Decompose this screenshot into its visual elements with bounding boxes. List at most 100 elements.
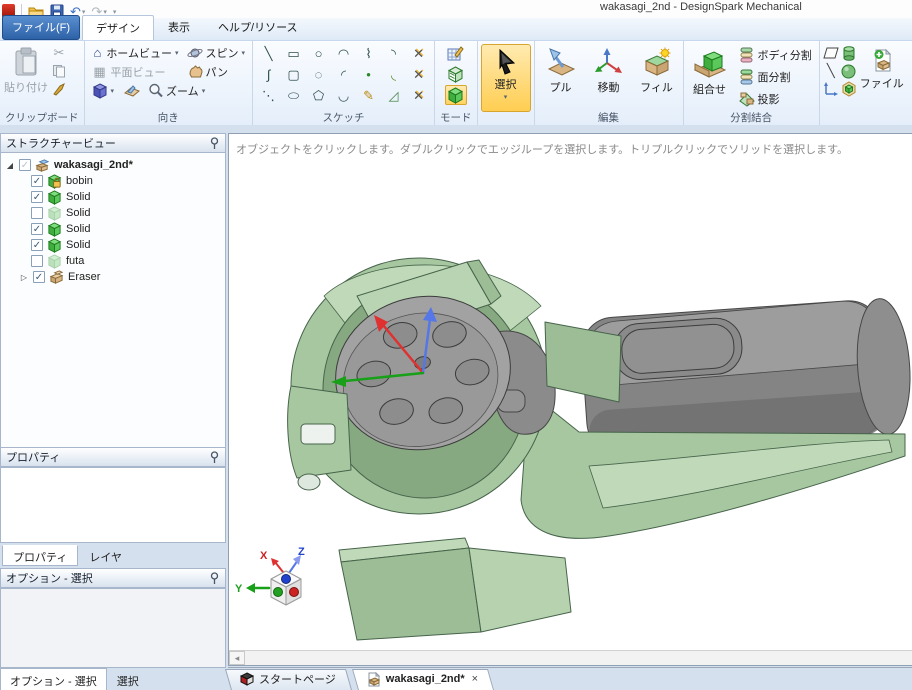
tab-start-page[interactable]: スタートページ <box>231 668 358 690</box>
visibility-checkbox[interactable]: ✓ <box>19 159 31 171</box>
move-button[interactable]: 移動 <box>586 43 632 107</box>
locked-solid-icon <box>47 174 62 189</box>
file-menu-button[interactable]: ファイル(F) <box>2 15 80 40</box>
sketch-spline-icon[interactable]: ⌇ <box>356 43 381 64</box>
chevron-down-icon[interactable]: ▾ <box>242 49 246 57</box>
sketch-construction-line-icon[interactable]: ⋱ <box>256 85 281 106</box>
horizontal-scrollbar[interactable]: ◂ <box>229 650 912 665</box>
zoom-button[interactable]: ズーム▾ <box>144 81 209 100</box>
sketch-line-icon[interactable]: ╲ <box>256 43 281 64</box>
tab-help-resources[interactable]: ヘルプ/リソース <box>204 14 312 40</box>
select-button[interactable]: 選択 ▾ <box>481 44 531 112</box>
tab-properties[interactable]: プロパティ <box>2 545 78 566</box>
spin-button[interactable]: スピン▾ <box>183 43 250 62</box>
sketch-construction-circle-icon[interactable]: ◌ <box>306 64 331 85</box>
visibility-checkbox[interactable] <box>31 207 43 219</box>
pin-icon[interactable] <box>209 572 220 585</box>
expander-icon[interactable]: ▷ <box>19 273 29 282</box>
tab-layers[interactable]: レイヤ <box>78 545 133 566</box>
sketch-bend-icon[interactable]: ◟ <box>381 64 406 85</box>
tree-item-bobin[interactable]: ✓ bobin <box>1 173 225 189</box>
pin-icon[interactable] <box>209 451 220 464</box>
sketch-three-point-arc-icon[interactable]: ◡ <box>331 85 356 106</box>
tree-item-eraser[interactable]: ▷ ✓ Eraser <box>1 269 225 285</box>
project-button[interactable]: 投影 <box>735 89 816 109</box>
sketch-rectangle-icon[interactable]: ▭ <box>281 43 306 64</box>
insert-line-icon[interactable]: ╲ <box>823 63 839 79</box>
sketch-rounded-rectangle-icon[interactable]: ▢ <box>281 64 306 85</box>
sketch-sweep-arc-icon[interactable]: ◜ <box>331 64 356 85</box>
spin-planet-icon <box>187 45 203 61</box>
insert-axes-icon[interactable] <box>823 81 839 97</box>
chevron-down-icon[interactable]: ▾ <box>202 87 206 95</box>
sketch-trim-away-icon[interactable]: ✕ <box>406 43 431 64</box>
tab-select[interactable]: 選択 <box>107 668 149 690</box>
fill-button[interactable]: フィル <box>634 43 680 107</box>
visibility-checkbox[interactable]: ✓ <box>31 239 43 251</box>
sketch-mode-button[interactable] <box>445 43 467 63</box>
sketch-split-curve-icon[interactable]: ✕ <box>406 64 431 85</box>
insert-file-button[interactable]: ファイル <box>859 43 905 107</box>
split-face-button[interactable]: 面分割 <box>735 67 816 87</box>
sketch-view-button[interactable] <box>118 81 144 100</box>
section-mode-button[interactable] <box>445 64 467 84</box>
tab-view[interactable]: 表示 <box>154 14 204 40</box>
tree-item-solid[interactable]: ✓ Solid <box>1 189 225 205</box>
insert-sphere-icon[interactable] <box>841 63 857 79</box>
paste-button[interactable]: 貼り付け <box>3 43 49 107</box>
design-viewport[interactable]: オブジェクトをクリックします。ダブルクリックでエッジループを選択します。トリプル… <box>228 133 912 666</box>
combine-button[interactable]: 組合せ <box>687 43 733 107</box>
panel-title: オプション - 選択 <box>6 570 209 586</box>
split-body-button[interactable]: ボディ分割 <box>735 45 816 65</box>
model-canvas[interactable]: Z X Y <box>229 134 912 667</box>
scroll-left-arrow[interactable]: ◂ <box>229 651 245 665</box>
close-icon[interactable]: × <box>472 673 478 685</box>
plan-view-button[interactable]: ▦平面ビュー <box>88 62 183 81</box>
nav-cube[interactable]: Z X Y <box>235 546 305 605</box>
cut-button[interactable]: ✂ <box>51 45 67 61</box>
sketch-plane-icon[interactable]: ✎ <box>356 85 381 106</box>
pull-button[interactable]: プル <box>538 43 584 107</box>
format-painter-button[interactable] <box>51 81 67 97</box>
tab-wakasagi-2nd[interactable]: wakasagi_2nd* × <box>358 668 500 690</box>
tree-item-solid[interactable]: Solid <box>1 205 225 221</box>
sketch-point-icon[interactable]: • <box>356 64 381 85</box>
group-label: モード <box>438 110 474 125</box>
insert-pcb-button[interactable]: PCBシンボル <box>907 43 912 107</box>
chevron-down-icon[interactable]: ▾ <box>504 93 508 101</box>
sketch-project-icon[interactable]: ◿ <box>381 85 406 106</box>
visibility-checkbox[interactable]: ✓ <box>33 271 45 283</box>
chevron-down-icon[interactable]: ▾ <box>175 49 179 57</box>
pan-button[interactable]: パン <box>183 62 233 81</box>
solid-mode-button[interactable] <box>445 85 467 105</box>
plan-view-icon: ▦ <box>92 64 108 80</box>
copy-button[interactable] <box>51 63 67 79</box>
visibility-checkbox[interactable]: ✓ <box>31 191 43 203</box>
tab-design[interactable]: デザイン <box>82 15 154 40</box>
ribbon: 貼り付け ✂ クリップボード ⌂ホームビュー▾ <box>0 41 912 125</box>
insert-cylinder-icon[interactable] <box>841 45 857 61</box>
view-cube-button[interactable]: ▾ <box>88 81 119 100</box>
tree-item-solid[interactable]: ✓ Solid <box>1 221 225 237</box>
sketch-trim-corner-icon[interactable]: ✕ <box>406 85 431 106</box>
sketch-tangent-arc-icon[interactable]: ◠ <box>331 43 356 64</box>
sketch-circle-icon[interactable]: ○ <box>306 43 331 64</box>
expander-icon[interactable]: ◢ <box>5 161 15 170</box>
tree-item-solid[interactable]: ✓ Solid <box>1 237 225 253</box>
home-view-button[interactable]: ⌂ホームビュー▾ <box>88 43 183 62</box>
insert-shell-icon[interactable] <box>841 81 857 97</box>
visibility-checkbox[interactable] <box>31 255 43 267</box>
insert-plane-icon[interactable] <box>823 45 839 61</box>
visibility-checkbox[interactable]: ✓ <box>31 175 43 187</box>
visibility-checkbox[interactable]: ✓ <box>31 223 43 235</box>
pin-icon[interactable] <box>209 137 220 150</box>
tab-options-select[interactable]: オプション - 選択 <box>0 668 107 690</box>
sketch-ellipse-icon[interactable]: ⬭ <box>281 85 306 106</box>
group-orient: ⌂ホームビュー▾ スピン▾ ▦平面ビュー パン <box>85 41 254 125</box>
tree-item-root[interactable]: ◢ ✓ wakasagi_2nd* <box>1 157 225 173</box>
sketch-polygon-icon[interactable]: ⬠ <box>306 85 331 106</box>
sketch-curve-icon[interactable]: ∫ <box>256 64 281 85</box>
sketch-create-corner-icon[interactable]: ◝ <box>381 43 406 64</box>
chevron-down-icon[interactable]: ▾ <box>111 87 115 95</box>
tree-item-futa[interactable]: futa <box>1 253 225 269</box>
